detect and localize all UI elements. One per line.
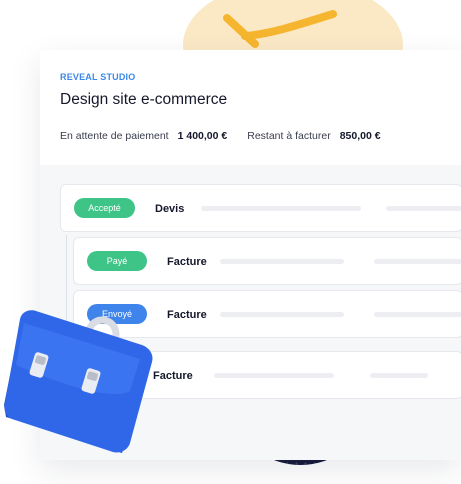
document-name: Devis (155, 203, 185, 215)
placeholder-line (214, 373, 334, 378)
studio-name: REVEAL STUDIO (60, 72, 136, 82)
placeholder-line (374, 312, 461, 317)
project-stats: En attente de paiement 1 400,00 € Restant … (60, 130, 381, 142)
project-header: REVEAL STUDIO Design site e-commerce En … (40, 50, 461, 165)
briefcase-icon (4, 310, 153, 453)
placeholder-line (201, 206, 361, 211)
placeholder-line (374, 259, 461, 264)
document-row-invoice[interactable]: Payé Facture (73, 237, 461, 285)
placeholder-line (220, 312, 344, 317)
placeholder-line (220, 259, 344, 264)
document-name: Facture (167, 256, 207, 268)
document-name: Facture (167, 309, 207, 321)
placeholder-line (370, 373, 428, 378)
status-badge-accepted: Accepté (74, 198, 135, 218)
doodle-stroke (223, 10, 337, 48)
pending-payment-value: 1 400,00 € (177, 130, 228, 142)
project-title: Design site e-commerce (60, 91, 228, 108)
remaining-label: Restant à facturer (247, 130, 331, 142)
document-row-devis[interactable]: Accepté Devis (60, 184, 461, 232)
status-badge-paid: Payé (87, 251, 147, 271)
pending-payment-label: En attente de paiement (60, 130, 169, 142)
remaining-value: 850,00 € (339, 130, 381, 142)
placeholder-line (386, 206, 461, 211)
